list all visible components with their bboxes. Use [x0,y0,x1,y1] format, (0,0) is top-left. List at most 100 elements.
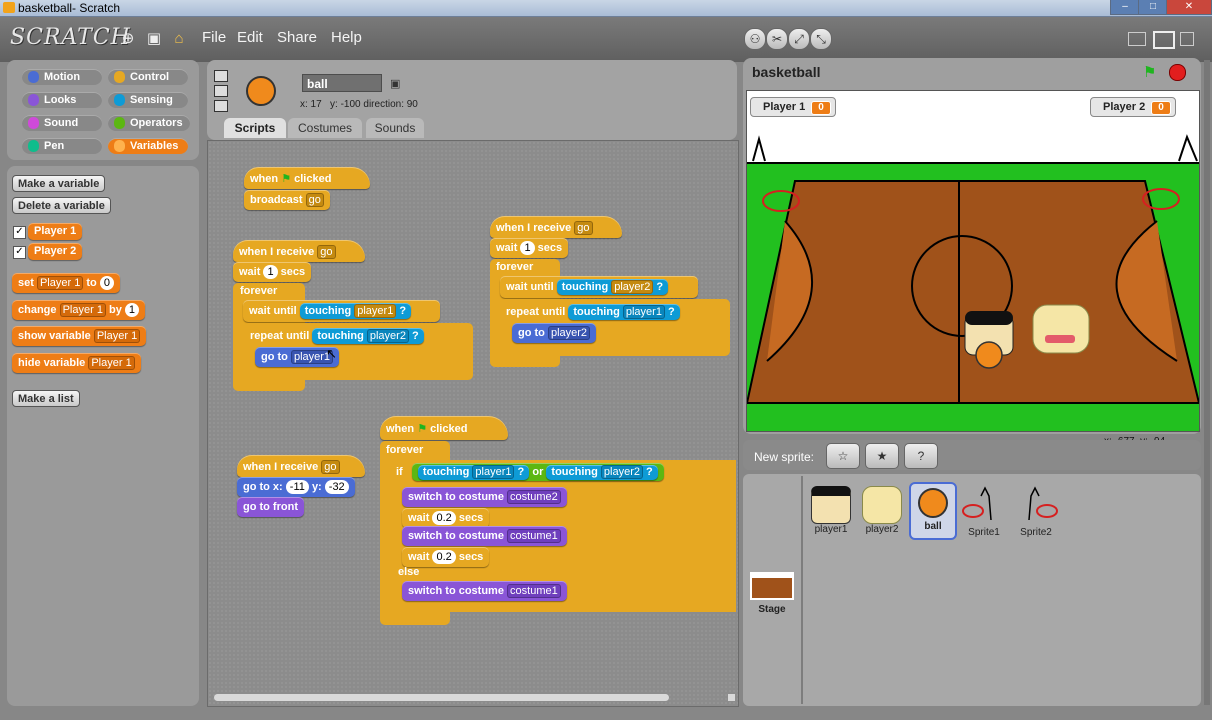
stop-button[interactable] [1169,64,1186,81]
change-variable-block[interactable]: change Player 1 by 1 [12,300,146,320]
touching-player2-reporter[interactable]: touching player2 ? [546,465,658,480]
menu-edit[interactable]: Edit [237,29,263,46]
delete-tool-icon[interactable]: ✂ [766,28,788,50]
message-dropdown[interactable]: go [305,193,324,208]
x-input[interactable]: -11 [285,480,309,495]
category-pen[interactable]: Pen [22,138,102,154]
go-to-front-block[interactable]: go to front [237,497,304,517]
secs-input[interactable]: 1 [263,265,278,280]
stage-canvas[interactable] [746,90,1200,432]
value-input[interactable]: 1 [124,303,140,318]
green-flag-button[interactable]: ⚑ [1143,63,1156,81]
wait-secs-block[interactable]: wait 0.2 secs [402,508,490,528]
broadcast-block[interactable]: broadcast go [244,190,330,210]
secs-input[interactable]: 1 [520,241,535,256]
tab-sounds[interactable]: Sounds [366,118,424,138]
costume-dropdown[interactable]: costume1 [507,584,561,599]
variable-reporter-player2[interactable]: Player 2 [28,243,83,260]
shrink-tool-icon[interactable]: ⤡ [810,28,832,50]
switch-costume-block[interactable]: switch to costume costume1 [402,581,567,601]
when-flag-clicked-hat[interactable]: when ⚑ clicked [380,416,508,440]
variable-monitor-player2[interactable]: Player 2 0 [1090,97,1176,117]
wait-until-block[interactable]: wait until touching player2 ? [500,276,698,298]
maximize-button[interactable]: □ [1138,0,1168,15]
stage-thumbnail-item[interactable]: Stage [749,572,795,615]
wait-secs-block[interactable]: wait 0.2 secs [402,547,490,567]
category-control[interactable]: Control [108,69,188,85]
touching-player2-reporter[interactable]: touching player2 ? [556,279,669,295]
variable-dropdown[interactable]: Player 1 [88,356,135,371]
tab-costumes[interactable]: Costumes [288,118,362,138]
category-sound[interactable]: Sound [22,115,102,131]
globe-icon[interactable]: ⊕ [119,30,137,48]
minimize-button[interactable]: – [1110,0,1140,15]
touching-player1-reporter[interactable]: touching player1 ? [299,303,412,319]
no-rotate-icon[interactable] [214,100,228,112]
tab-scripts[interactable]: Scripts [224,118,286,138]
target-dropdown[interactable]: player2 [547,326,591,341]
sprite-dropdown[interactable]: player1 [354,304,397,319]
sprite-name-field[interactable]: ball [302,74,382,92]
variable-monitor-player1[interactable]: Player 1 0 [750,97,836,117]
hide-variable-block[interactable]: hide variable Player 1 [12,353,141,373]
touching-player2-reporter[interactable]: touching player2 ? [312,328,424,344]
sprite-dropdown[interactable]: player1 [622,305,665,320]
variable-dropdown[interactable]: Player 1 [93,329,141,344]
delete-variable-button[interactable]: Delete a variable [12,197,111,214]
message-dropdown[interactable]: go [321,460,340,475]
wait-secs-block[interactable]: wait 1 secs [490,238,569,258]
sprite-dropdown[interactable]: player1 [472,465,515,480]
go-to-xy-block[interactable]: go to x: -11 y: -32 [237,477,355,497]
presentation-mode-icon[interactable] [1180,32,1194,46]
small-stage-icon[interactable] [1128,32,1146,46]
message-dropdown[interactable]: go [574,221,593,236]
costume-dropdown[interactable]: costume1 [507,529,561,544]
share-icon[interactable]: ⌂ [170,30,188,48]
when-i-receive-hat[interactable]: when I receive go [237,455,365,477]
variable-dropdown[interactable]: Player 1 [59,303,106,318]
flip-style-icon[interactable] [214,85,228,97]
secs-input[interactable]: 0.2 [432,511,456,526]
wait-until-block[interactable]: wait until touching player1 ? [243,300,440,322]
costume-dropdown[interactable]: costume2 [507,490,561,505]
when-i-receive-hat[interactable]: when I receive go [490,216,622,238]
paint-new-sprite-icon[interactable]: ☆ [826,443,860,469]
category-motion[interactable]: Motion [22,69,102,85]
sprite-sprite1[interactable]: Sprite1 [961,486,1007,538]
message-dropdown[interactable]: go [317,245,336,260]
sprite-dropdown[interactable]: player2 [366,329,409,344]
value-input[interactable]: 0 [99,276,114,291]
sprite-sprite2[interactable]: Sprite2 [1013,486,1059,538]
when-flag-clicked-hat[interactable]: when ⚑ clicked [244,167,370,189]
make-variable-button[interactable]: Make a variable [12,175,106,192]
category-variables[interactable]: Variables [108,138,188,154]
when-i-receive-hat[interactable]: when I receive go [233,240,365,262]
save-icon[interactable]: ▣ [145,30,163,48]
y-input[interactable]: -32 [324,480,349,495]
grow-tool-icon[interactable]: ⤢ [788,28,810,50]
menu-share[interactable]: Share [277,29,317,46]
sprite-dropdown[interactable]: player2 [600,465,643,480]
show-variable-block[interactable]: show variable Player 1 [12,326,147,346]
category-sensing[interactable]: Sensing [108,92,188,108]
normal-stage-icon[interactable] [1153,31,1175,49]
lock-icon[interactable]: ▣ [390,77,400,90]
player2-checkbox[interactable]: ✓ [13,246,26,259]
touching-player1-reporter[interactable]: touching player1 ? [417,465,530,480]
variable-reporter-player1[interactable]: Player 1 [28,223,83,240]
variable-dropdown[interactable]: Player 1 [36,276,84,291]
go-to-sprite-block[interactable]: go to player2 [512,323,597,343]
menu-help[interactable]: Help [331,29,362,46]
touching-player1-reporter[interactable]: touching player1 ? [568,304,680,320]
duplicate-tool-icon[interactable]: ⚇ [744,28,766,50]
switch-costume-block[interactable]: switch to costume costume1 [402,526,567,546]
player1-checkbox[interactable]: ✓ [13,226,26,239]
or-operator[interactable]: touching player1 ? or touching player2 ? [411,463,664,481]
switch-costume-block[interactable]: switch to costume costume2 [402,487,567,507]
rotate-style-icon[interactable] [214,70,228,82]
sprite-ball-selected[interactable]: ball [909,482,957,540]
category-looks[interactable]: Looks [22,92,102,108]
menu-file[interactable]: File [202,29,226,46]
close-window-button[interactable]: ✕ [1166,0,1212,15]
set-variable-block[interactable]: set Player 1 to 0 [12,273,120,293]
